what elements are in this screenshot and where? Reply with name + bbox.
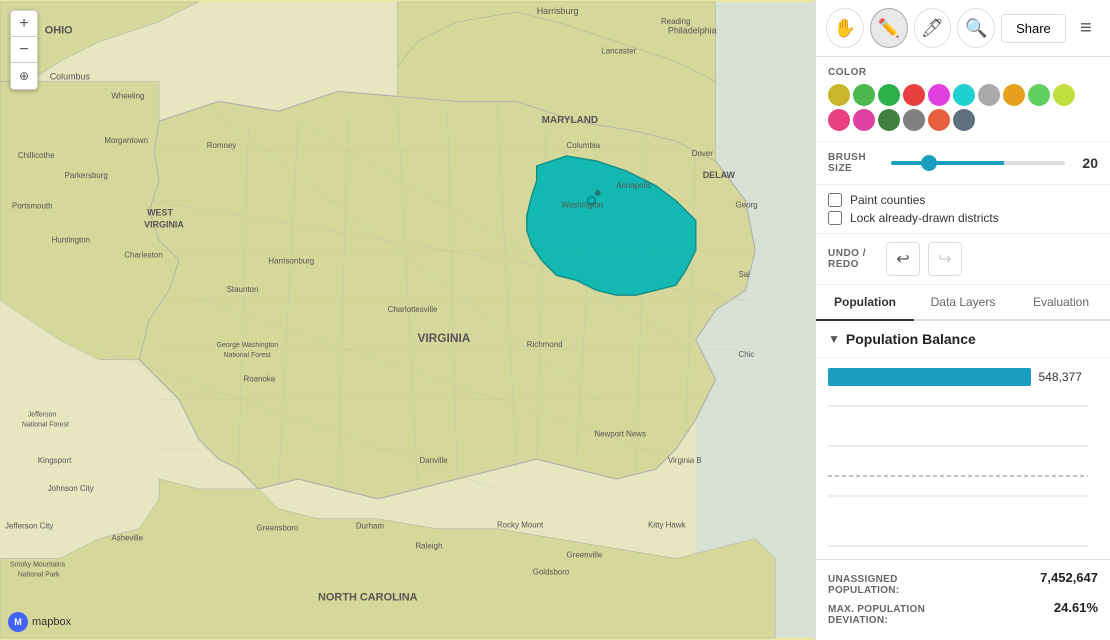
color-swatch[interactable] (1003, 84, 1025, 106)
color-swatch[interactable] (928, 109, 950, 131)
bar-value: 548,377 (1039, 370, 1082, 384)
color-swatch[interactable] (903, 84, 925, 106)
brush-section: BRUSHSIZE 20 (816, 142, 1110, 185)
color-section: COLOR (816, 57, 1110, 142)
zoom-in-button[interactable]: + (11, 11, 37, 37)
tab-population[interactable]: Population (816, 285, 914, 321)
unassigned-population-value: 7,452,647 (1040, 570, 1098, 585)
bar-fill (828, 368, 1031, 386)
collapse-icon[interactable]: ▼ (828, 332, 840, 346)
paint-counties-label[interactable]: Paint counties (850, 193, 925, 207)
color-swatch[interactable] (1028, 84, 1050, 106)
max-deviation-row: MAX. POPULATION DEVIATION: 24.61% (828, 600, 1098, 626)
chart-area: Ideal: 727,365.82 (828, 396, 1098, 559)
color-swatch[interactable] (828, 109, 850, 131)
tab-data-layers[interactable]: Data Layers (914, 285, 1012, 321)
mapbox-logo-text: mapbox (32, 616, 71, 628)
max-deviation-value: 24.61% (1054, 600, 1098, 615)
color-swatch[interactable] (953, 84, 975, 106)
color-grid (828, 84, 1098, 131)
brush-label: BRUSHSIZE (828, 152, 883, 174)
unassigned-population-label: UNASSIGNED POPULATION: (828, 574, 899, 596)
lock-districts-row: Lock already-drawn districts (828, 211, 1098, 225)
color-swatch[interactable] (878, 109, 900, 131)
max-deviation-label: MAX. POPULATION DEVIATION: (828, 604, 925, 626)
color-swatch[interactable] (1053, 84, 1075, 106)
population-balance-title: Population Balance (846, 331, 976, 347)
brush-slider[interactable] (891, 161, 1065, 165)
draw-tool-button[interactable]: ✏️ (870, 8, 908, 48)
zoom-out-button[interactable]: − (11, 37, 37, 63)
paint-counties-row: Paint counties (828, 193, 1098, 207)
zoom-reset-button[interactable]: ⊕ (11, 63, 37, 89)
tab-evaluation[interactable]: Evaluation (1012, 285, 1110, 321)
bar-row: 548,377 (828, 368, 1098, 386)
mapbox-logo: M mapbox (8, 612, 71, 632)
color-swatch[interactable] (903, 109, 925, 131)
population-content: ▼ Population Balance 548,377 (816, 321, 1110, 559)
lock-districts-checkbox[interactable] (828, 211, 842, 225)
color-swatch[interactable] (828, 84, 850, 106)
unassigned-population-row: UNASSIGNED POPULATION: 7,452,647 (828, 570, 1098, 596)
undo-redo-label: UNDO / REDO (828, 248, 878, 270)
hand-tool-button[interactable]: ✋ (826, 8, 864, 48)
population-balance-header: ▼ Population Balance (816, 321, 1110, 358)
menu-button[interactable]: ≡ (1072, 13, 1100, 43)
undo-redo-section: UNDO / REDO ↩ ↪ (816, 234, 1110, 285)
erase-tool-button[interactable]: 🖊 (914, 8, 952, 48)
color-swatch[interactable] (953, 109, 975, 131)
tabs: Population Data Layers Evaluation (816, 285, 1110, 321)
color-swatch[interactable] (853, 109, 875, 131)
color-swatch[interactable] (978, 84, 1000, 106)
color-swatch[interactable] (878, 84, 900, 106)
color-label: COLOR (828, 67, 1098, 78)
toolbar: ✋ ✏️ 🖊 🔍 Share ≡ (816, 0, 1110, 57)
color-swatch[interactable] (853, 84, 875, 106)
map-container[interactable]: OHIO Columbus Wheeling Morgantown Chilli… (0, 0, 815, 640)
redo-button[interactable]: ↪ (928, 242, 962, 276)
search-tool-button[interactable]: 🔍 (957, 8, 995, 48)
share-button[interactable]: Share (1001, 14, 1066, 43)
bottom-stats: UNASSIGNED POPULATION: 7,452,647 MAX. PO… (816, 559, 1110, 640)
zoom-controls: + − ⊕ (10, 10, 38, 90)
lock-districts-label[interactable]: Lock already-drawn districts (850, 211, 999, 225)
checkbox-section: Paint counties Lock already-drawn distri… (816, 185, 1110, 234)
right-panel: ✋ ✏️ 🖊 🔍 Share ≡ COLOR BRUSH (815, 0, 1110, 640)
bar-chart-area: 548,377 Ideal: 727,365.82 (816, 358, 1110, 559)
paint-counties-checkbox[interactable] (828, 193, 842, 207)
brush-value: 20 (1073, 155, 1098, 171)
mapbox-logo-icon: M (8, 612, 28, 632)
undo-button[interactable]: ↩ (886, 242, 920, 276)
color-swatch[interactable] (928, 84, 950, 106)
